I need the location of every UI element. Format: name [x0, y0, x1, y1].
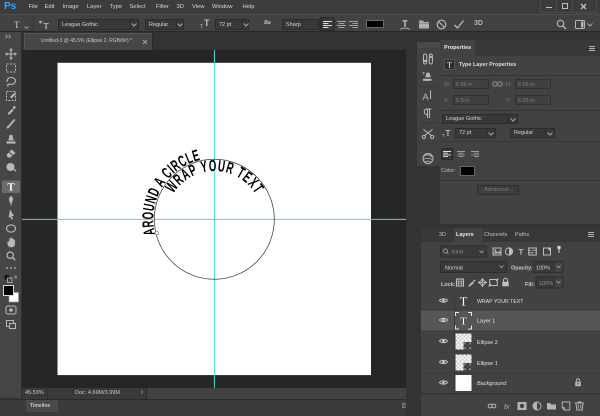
svg-text:Ellipse 2: Ellipse 2 — [477, 340, 498, 346]
svg-text:Layer 1: Layer 1 — [477, 319, 495, 325]
svg-text:WRAP YOUR TEXT: WRAP YOUR TEXT — [477, 299, 524, 305]
svg-text:Normal: Normal — [445, 266, 463, 272]
svg-text:100%: 100% — [536, 266, 550, 272]
svg-text:Opacity:: Opacity: — [511, 266, 533, 272]
svg-text:fx: fx — [504, 404, 510, 411]
svg-text:Background: Background — [477, 381, 507, 387]
svg-text:Kind: Kind — [452, 250, 463, 256]
svg-text:T: T — [44, 21, 50, 29]
svg-text:100%: 100% — [539, 281, 553, 287]
svg-text:Fill:: Fill: — [525, 282, 535, 288]
svg-text:Ellipse 1: Ellipse 1 — [477, 361, 498, 367]
svg-text:A: A — [422, 92, 429, 103]
svg-text:T: T — [519, 247, 524, 256]
svg-text:Lock:: Lock: — [441, 282, 456, 288]
